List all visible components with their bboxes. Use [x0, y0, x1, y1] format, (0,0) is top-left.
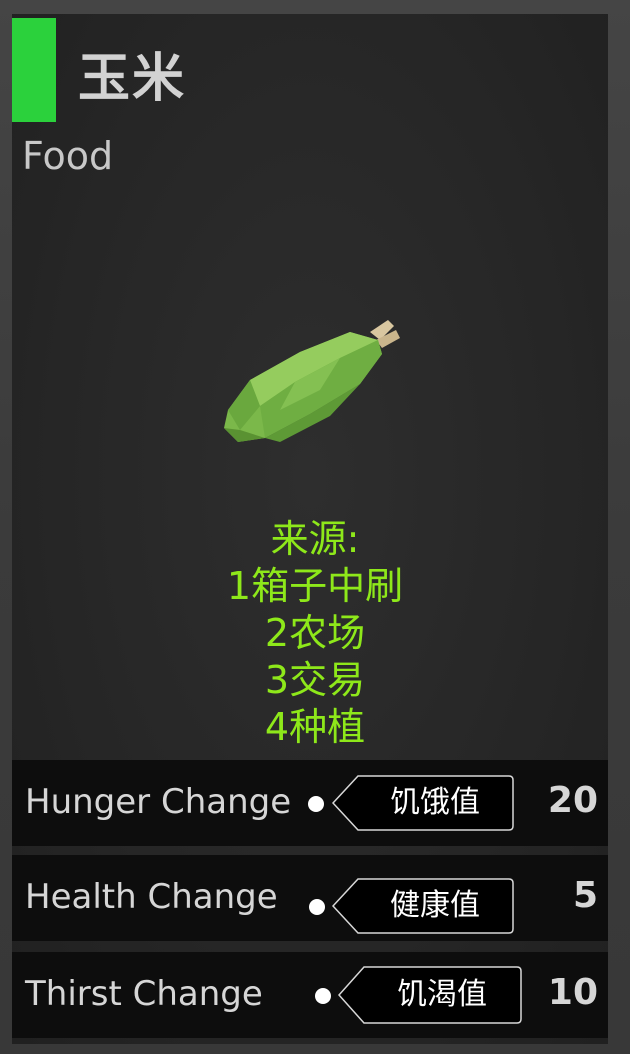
- source-line: 2农场: [264, 611, 366, 655]
- connector-dot-icon: [309, 899, 325, 915]
- item-source-info: 来源: 1箱子中刷 2农场 3交易 4种植: [0, 516, 630, 751]
- rarity-accent-bar: [12, 18, 56, 122]
- stat-row-thirst: Thirst Change 饥渴值 10: [12, 952, 608, 1038]
- corn-cob-icon: [210, 310, 410, 460]
- stat-tag-text: 饥饿值: [390, 785, 480, 820]
- item-title: 玉米: [78, 49, 187, 109]
- stat-label: Thirst Change: [25, 974, 263, 1014]
- source-heading: 来源:: [270, 517, 360, 561]
- connector-dot-icon: [315, 988, 331, 1004]
- stat-label: Hunger Change: [25, 782, 292, 822]
- stat-tooltip-tag: 健康值: [332, 878, 514, 934]
- source-line: 4种植: [264, 705, 366, 749]
- stat-tag-text: 饥渴值: [397, 977, 487, 1012]
- connector-dot-icon: [308, 796, 324, 812]
- stat-row-hunger: Hunger Change 饥饿值 20: [12, 760, 608, 846]
- item-category: Food: [22, 134, 114, 178]
- stat-tooltip-tag: 饥渴值: [338, 966, 522, 1024]
- stat-value: 20: [547, 780, 598, 821]
- source-line: 1箱子中刷: [226, 564, 404, 608]
- stat-value: 10: [547, 972, 598, 1013]
- stat-tag-text: 健康值: [390, 888, 480, 923]
- stat-row-health: Health Change 健康值 5: [12, 855, 608, 941]
- stat-value: 5: [572, 875, 598, 916]
- source-line: 3交易: [264, 658, 366, 702]
- item-tooltip-frame: 玉米 Food 来源: 1箱子中刷 2农场 3交易 4种植 Hunger Cha…: [0, 0, 630, 1054]
- stat-label: Health Change: [25, 877, 278, 917]
- stat-tooltip-tag: 饥饿值: [332, 775, 514, 831]
